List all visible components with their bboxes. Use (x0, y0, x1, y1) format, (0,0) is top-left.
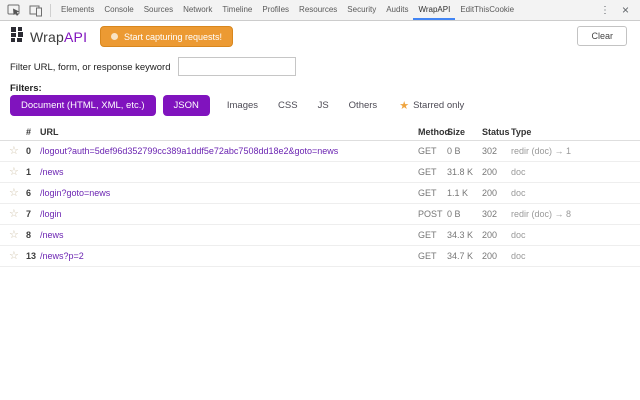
row-star-icon[interactable]: ☆ (9, 225, 19, 246)
brand-wrap: Wrap (30, 29, 64, 45)
row-number: 13 (26, 251, 37, 261)
starred-only-label: Starred only (413, 99, 465, 111)
table-row: ☆ 7 /login POST 0 B 302 redir (doc) → 8 (0, 204, 640, 225)
starred-only-toggle[interactable]: ★ Starred only (399, 99, 464, 112)
start-capturing-button[interactable]: Start capturing requests! (100, 26, 234, 47)
row-method: GET (418, 146, 437, 156)
devtools-tab[interactable]: Elements (56, 0, 99, 20)
filter-type-button[interactable]: JS (318, 95, 329, 116)
col-header-type: Type (511, 127, 532, 137)
row-method: POST (418, 209, 443, 219)
row-method: GET (418, 188, 437, 198)
clear-button[interactable]: Clear (577, 26, 627, 46)
inspect-element-icon[interactable] (5, 3, 22, 18)
row-url-link[interactable]: /news (40, 162, 64, 183)
row-star-icon[interactable]: ☆ (9, 246, 19, 267)
row-size: 34.7 K (447, 251, 474, 261)
table-row: ☆ 1 /news GET 31.8 K 200 doc (0, 162, 640, 183)
table-row: ☆ 8 /news GET 34.3 K 200 doc (0, 225, 640, 246)
record-dot-icon (111, 33, 118, 40)
row-status: 302 (482, 209, 498, 219)
row-type: redir (doc) → 8 (511, 209, 572, 219)
row-status: 200 (482, 251, 498, 261)
row-size: 1.1 K (447, 188, 469, 198)
row-method: GET (418, 167, 437, 177)
filter-type-button[interactable]: Others (349, 95, 378, 116)
row-type: doc (511, 230, 526, 240)
devtools-tab[interactable]: Sources (139, 0, 178, 20)
table-row: ☆ 0 /logout?auth=5def96d352799cc389a1ddf… (0, 141, 640, 162)
row-type: redir (doc) → 1 (511, 146, 572, 156)
devtools-tab[interactable]: Resources (294, 0, 342, 20)
row-status: 302 (482, 146, 498, 156)
devtools-tab[interactable]: EditThisCookie (455, 0, 519, 20)
col-header-url: URL (40, 127, 59, 137)
row-status: 200 (482, 230, 498, 240)
row-number: 6 (26, 188, 32, 198)
row-star-icon[interactable]: ☆ (9, 162, 19, 183)
row-type: doc (511, 251, 526, 261)
row-size: 0 B (447, 146, 461, 156)
wrapapi-logo: WrapAPI (10, 27, 87, 47)
row-url-link[interactable]: /logout?auth=5def96d352799cc389a1ddf5e72… (40, 141, 338, 162)
devtools-tab[interactable]: WrapAPI (413, 0, 455, 20)
row-size: 34.3 K (447, 230, 474, 240)
table-row: ☆ 6 /login?goto=news GET 1.1 K 200 doc (0, 183, 640, 204)
row-size: 31.8 K (447, 167, 474, 177)
row-number: 1 (26, 167, 32, 177)
brand-api: API (64, 29, 88, 45)
col-header-status: Status (482, 127, 510, 137)
filters-label: Filters: (10, 83, 42, 94)
wrapapi-panel: WrapAPI Start capturing requests! Clear … (0, 21, 640, 400)
table-row: ☆ 13 /news?p=2 GET 34.7 K 200 doc (0, 246, 640, 267)
row-status: 200 (482, 188, 498, 198)
row-method: GET (418, 230, 437, 240)
filter-type-button[interactable]: JSON (162, 94, 210, 116)
requests-table-header: # URL Method Size Status Type (0, 124, 640, 141)
row-number: 7 (26, 209, 32, 219)
kebab-menu-icon[interactable]: ⋮ (592, 5, 618, 16)
row-status: 200 (482, 167, 498, 177)
row-number: 8 (26, 230, 32, 240)
row-method: GET (418, 251, 437, 261)
row-url-link[interactable]: /news?p=2 (40, 246, 84, 267)
row-number: 0 (26, 146, 32, 156)
filter-keyword-input[interactable] (178, 57, 296, 76)
row-star-icon[interactable]: ☆ (9, 183, 19, 204)
devtools-tab[interactable]: Network (178, 0, 217, 20)
col-header-num: # (26, 127, 32, 137)
requests-table-body: ☆ 0 /logout?auth=5def96d352799cc389a1ddf… (0, 141, 640, 267)
row-url-link[interactable]: /login?goto=news (40, 183, 110, 204)
devtools-tab[interactable]: Audits (381, 0, 413, 20)
col-header-size: Size (447, 127, 466, 137)
devtools-tab[interactable]: Profiles (257, 0, 294, 20)
device-toolbar-icon[interactable] (27, 3, 44, 18)
row-type: doc (511, 167, 526, 177)
row-url-link[interactable]: /news (40, 225, 64, 246)
devtools-tab[interactable]: Console (99, 0, 138, 20)
devtools-tab[interactable]: Timeline (217, 0, 257, 20)
close-icon[interactable]: × (618, 3, 633, 17)
filter-keyword-label: Filter URL, form, or response keyword (10, 62, 171, 73)
filter-type-button[interactable]: Images (227, 95, 258, 116)
requests-table: # URL Method Size Status Type ☆ 0 /logou… (0, 124, 640, 267)
filter-type-button[interactable]: CSS (278, 95, 298, 116)
devtools-tabs: Elements Console Sources Network Timelin… (56, 0, 519, 20)
star-icon: ★ (399, 99, 410, 112)
devtools-tab[interactable]: Security (342, 0, 381, 20)
filter-type-button[interactable]: Document (HTML, XML, etc.) (10, 94, 156, 116)
filter-type-buttons: Document (HTML, XML, etc.) JSON Images C… (10, 94, 464, 116)
col-header-method: Method (418, 127, 450, 137)
toolbar-divider (50, 3, 51, 17)
row-type: doc (511, 188, 526, 198)
start-capturing-label: Start capturing requests! (124, 31, 223, 42)
devtools-tab-bar: Elements Console Sources Network Timelin… (0, 0, 640, 21)
wrapapi-logo-icon (10, 27, 25, 47)
row-star-icon[interactable]: ☆ (9, 141, 19, 162)
row-star-icon[interactable]: ☆ (9, 204, 19, 225)
row-url-link[interactable]: /login (40, 204, 62, 225)
row-size: 0 B (447, 209, 461, 219)
